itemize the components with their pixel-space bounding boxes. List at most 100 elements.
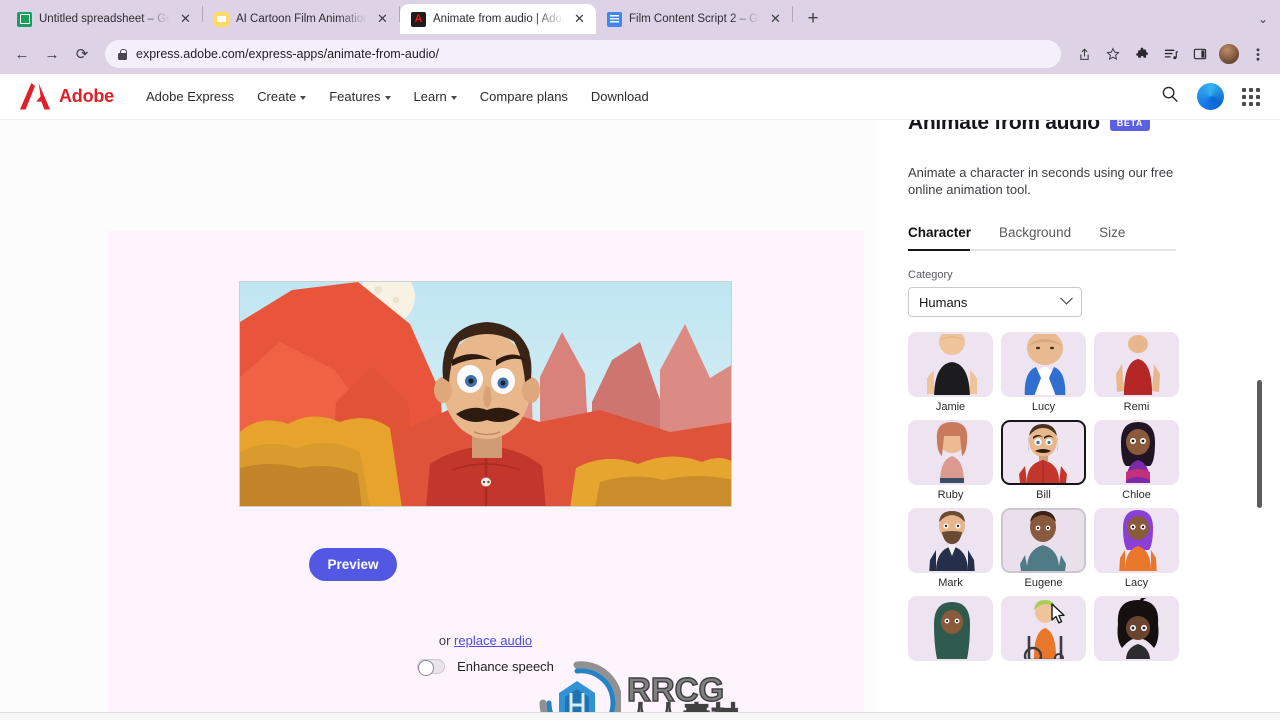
avatar-eugene — [1020, 511, 1066, 572]
character-preview-render — [239, 281, 732, 507]
avatar-wheelchair — [1023, 600, 1064, 660]
active-tab-indicator — [908, 249, 970, 252]
character-card-lucy[interactable]: Lucy — [1001, 332, 1086, 413]
character-thumbnail — [908, 508, 993, 574]
avatar-chloe — [1121, 422, 1155, 484]
nav-label: Adobe Express — [146, 89, 235, 104]
character-card-12[interactable] — [1094, 596, 1179, 665]
back-icon[interactable]: ← — [8, 40, 36, 68]
browser-tab-active[interactable]: A Animate from audio | Adobe Ex ✕ — [400, 4, 596, 34]
browser-tab[interactable]: Film Content Script 2 – Google ✕ — [596, 4, 792, 34]
forward-icon[interactable]: → — [38, 40, 66, 68]
side-panel-icon[interactable] — [1186, 40, 1214, 68]
enhance-speech-toggle[interactable] — [417, 659, 446, 676]
tab-title: Film Content Script 2 – Google — [629, 13, 760, 25]
three-dot-menu[interactable] — [1244, 40, 1272, 68]
download-item[interactable]: Alex2_AdobeEx....mp4 ⌃ — [0, 713, 215, 720]
adobe-icon: A — [411, 11, 426, 27]
close-icon[interactable]: ✕ — [767, 11, 784, 28]
character-thumbnail — [1094, 596, 1179, 662]
download-item[interactable]: Max3_AdobeEx....mp4 ⌃ — [215, 713, 430, 720]
tab-background[interactable]: Background — [999, 225, 1071, 249]
nav-item-features[interactable]: Features — [329, 89, 391, 104]
desert-scene-illustration — [240, 282, 731, 506]
close-icon[interactable]: ✕ — [571, 11, 588, 28]
close-icon[interactable]: ✕ — [177, 11, 194, 28]
close-icon[interactable]: ✕ — [374, 11, 391, 28]
window-minimize-button[interactable]: ⌄ — [1246, 4, 1280, 34]
browser-toolbar: ← → ⟳ express.adobe.com/express-apps/ani… — [0, 34, 1280, 74]
tab-title: Animate from audio | Adobe Ex — [433, 13, 564, 25]
bookmark-star-icon[interactable] — [1099, 40, 1127, 68]
category-select[interactable]: Humans — [908, 287, 1082, 318]
character-card-ruby[interactable]: Ruby — [908, 420, 993, 501]
url-text: express.adobe.com/express-apps/animate-f… — [136, 47, 439, 61]
character-card-10[interactable] — [908, 596, 993, 665]
character-grid-scrollbar[interactable] — [1257, 380, 1262, 509]
character-card-eugene[interactable]: Eugene — [1001, 508, 1086, 589]
avatar-ruby — [936, 422, 968, 484]
browser-tab[interactable]: Untitled spreadsheet – Google ✕ — [6, 4, 202, 34]
page-title: Animate from audio — [908, 120, 1100, 134]
nav-label: Create — [257, 89, 297, 104]
preview-canvas[interactable] — [239, 281, 732, 507]
enhance-speech-row: Enhance speech — [107, 659, 864, 676]
download-bar: Alex2_AdobeEx....mp4 ⌃ Max3_AdobeEx....m… — [0, 712, 1280, 720]
nav-item-download[interactable]: Download — [591, 89, 649, 104]
nav-item-compare-plans[interactable]: Compare plans — [480, 89, 568, 104]
tab-underline — [908, 249, 1176, 252]
user-profile-avatar[interactable] — [1197, 83, 1224, 110]
address-bar[interactable]: express.adobe.com/express-apps/animate-f… — [105, 40, 1061, 68]
character-name: Lucy — [1031, 401, 1056, 414]
new-tab-button[interactable]: + — [799, 5, 827, 33]
browser-tab[interactable]: AI Cartoon Film Animation – Go ✕ — [203, 4, 399, 34]
character-thumbnail — [1094, 508, 1179, 574]
nav-item-learn[interactable]: Learn — [414, 89, 457, 104]
search-icon[interactable] — [1161, 85, 1179, 108]
docs-icon — [607, 11, 622, 27]
character-card-bill[interactable]: Bill — [1001, 420, 1086, 501]
replace-audio-link[interactable]: replace audio — [454, 633, 532, 648]
download-item[interactable]: Zoe2_AdobeEx....mp4 ⌃ — [430, 713, 643, 720]
tab-title: Untitled spreadsheet – Google — [39, 13, 170, 25]
settings-panel: Animate from audio BETA Animate a charac… — [876, 120, 1280, 720]
app-grid-icon[interactable] — [1242, 87, 1260, 106]
character-card-remi[interactable]: Remi — [1094, 332, 1179, 413]
panel-tabs: Character Background Size — [908, 225, 1248, 249]
character-card-mark[interactable]: Mark — [908, 508, 993, 589]
character-name: Ruby — [937, 489, 964, 502]
character-card-chloe[interactable]: Chloe — [1094, 420, 1179, 501]
browser-chrome: Untitled spreadsheet – Google ✕ AI Carto… — [0, 0, 1280, 74]
profile-avatar[interactable] — [1215, 40, 1243, 68]
character-thumbnail — [908, 596, 993, 662]
preview-button[interactable]: Preview — [309, 548, 397, 581]
animation-workspace: Preview or replace audio Enhance speech — [107, 231, 864, 720]
nav-label: Features — [329, 89, 381, 104]
panel-header: Animate from audio BETA — [908, 120, 1248, 135]
character-card-11[interactable] — [1001, 596, 1086, 665]
extensions-puzzle-icon[interactable] — [1128, 40, 1156, 68]
share-icon[interactable] — [1070, 40, 1098, 68]
reading-list-icon[interactable] — [1157, 40, 1185, 68]
character-card-jamie[interactable]: Jamie — [908, 332, 993, 413]
adobe-a-icon — [20, 83, 50, 110]
nav-item-adobe-express[interactable]: Adobe Express — [146, 89, 234, 104]
reload-icon[interactable]: ⟳ — [68, 40, 96, 68]
tab-strip: Untitled spreadsheet – Google ✕ AI Carto… — [0, 0, 1280, 34]
avatar-lucy — [1024, 334, 1066, 396]
site-nav: Adobe Express Create Features Learn Comp… — [146, 89, 649, 104]
panel-description: Animate a character in seconds using our… — [908, 165, 1174, 198]
character-name: Bill — [1036, 489, 1051, 502]
tab-size[interactable]: Size — [1099, 225, 1125, 249]
nav-item-create[interactable]: Create — [257, 89, 307, 104]
character-thumbnail-hovered — [1001, 508, 1086, 574]
or-text: or — [438, 633, 455, 648]
character-card-lacy[interactable]: Lacy — [1094, 508, 1179, 589]
nav-label: Learn — [413, 89, 447, 104]
character-gallery: Jamie Lucy Remi Ruby Bill Chloe Mark Eug… — [908, 332, 1262, 662]
replace-audio-row: or replace audio — [107, 633, 864, 648]
tab-character[interactable]: Character — [908, 225, 971, 249]
adobe-logo[interactable]: Adobe — [20, 83, 114, 110]
adobe-brand-text: Adobe — [59, 86, 114, 106]
character-thumbnail — [908, 420, 993, 486]
